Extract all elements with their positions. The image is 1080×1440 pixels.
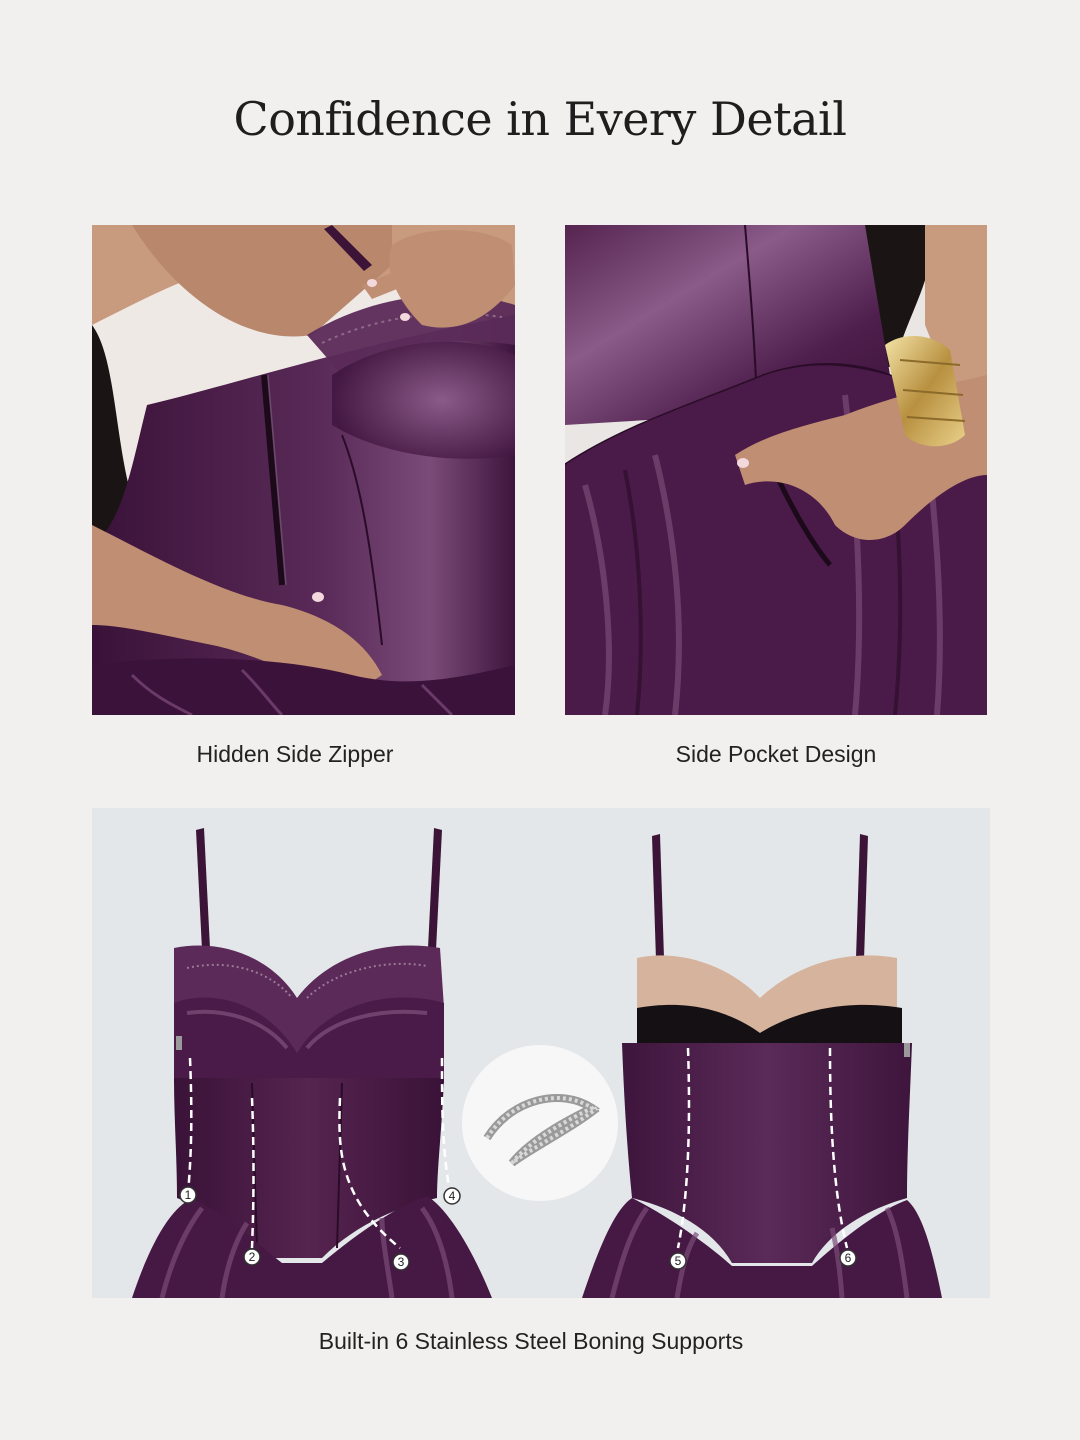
side-pocket-photo	[565, 225, 987, 715]
boning-marker-6-label: 6	[845, 1251, 852, 1265]
boning-marker-3-label: 3	[398, 1255, 405, 1269]
boning-marker-5-label: 5	[675, 1254, 682, 1268]
hidden-side-zipper-photo	[92, 225, 515, 715]
page-title: Confidence in Every Detail	[233, 92, 847, 146]
hidden-side-zipper-caption: Hidden Side Zipper	[196, 741, 394, 767]
steel-boning-coil	[462, 1045, 618, 1201]
boning-supports-photo: 1 2 3 4 5 6	[92, 808, 990, 1298]
boning-marker-6: 6	[839, 1249, 857, 1267]
boning-marker-2: 2	[243, 1248, 261, 1266]
boning-marker-2-label: 2	[249, 1250, 256, 1264]
boning-marker-1: 1	[179, 1186, 197, 1204]
boning-marker-1-label: 1	[185, 1188, 192, 1202]
boning-marker-5: 5	[669, 1252, 687, 1270]
boning-supports-caption: Built-in 6 Stainless Steel Boning Suppor…	[318, 1328, 744, 1354]
boning-marker-4: 4	[443, 1187, 461, 1205]
boning-marker-4-label: 4	[449, 1189, 456, 1203]
side-pocket-caption: Side Pocket Design	[675, 741, 877, 767]
boning-marker-3: 3	[392, 1253, 410, 1271]
